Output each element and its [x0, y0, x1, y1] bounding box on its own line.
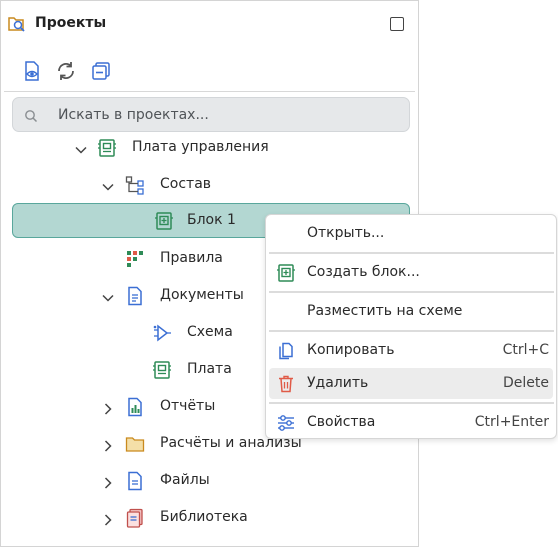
tree-item-label: Библиотека: [160, 509, 248, 525]
project-search-icon: [7, 14, 27, 34]
tree-item-label: Документы: [160, 287, 244, 303]
block-icon: [154, 211, 174, 231]
trash-icon: [276, 374, 296, 394]
hierarchy-icon: [125, 175, 145, 195]
menu-item-label: Удалить: [307, 375, 369, 391]
toolbar-divider: [4, 91, 415, 92]
chevron-down-icon[interactable]: [75, 141, 87, 154]
menu-separator: [269, 402, 554, 404]
tree-item-label: Схема: [187, 324, 233, 340]
tree-item-label: Плата управления: [132, 139, 269, 155]
menu-separator: [269, 291, 554, 293]
file-icon: [125, 471, 145, 491]
pcb-board-icon: [152, 360, 172, 380]
menu-item-shortcut: Ctrl+C: [502, 342, 549, 358]
menu-item-create-block[interactable]: Создать блок...: [269, 257, 553, 288]
tree-item-label: Плата: [187, 361, 232, 377]
library-icon: [125, 508, 145, 528]
refresh-icon[interactable]: [54, 59, 78, 83]
chevron-down-icon[interactable]: [102, 178, 114, 191]
maximize-icon[interactable]: [390, 17, 404, 31]
menu-separator: [269, 330, 554, 332]
pcb-board-icon: [97, 138, 117, 158]
menu-item-place-on-schematic[interactable]: Разместить на схеме: [269, 296, 553, 327]
context-menu: Открыть... Создать блок... Разместить на…: [265, 214, 557, 439]
menu-item-open[interactable]: Открыть...: [269, 218, 553, 249]
tree-item-library[interactable]: Библиотека: [1, 500, 419, 534]
menu-item-label: Разместить на схеме: [307, 303, 463, 319]
menu-item-label: Открыть...: [307, 225, 385, 241]
report-icon: [125, 397, 145, 417]
document-icon: [125, 286, 145, 306]
toolbar: [1, 56, 418, 86]
create-block-icon: [276, 263, 296, 283]
tree-item-pcb-control[interactable]: Плата управления: [1, 130, 419, 164]
menu-item-shortcut: Ctrl+Enter: [474, 414, 549, 430]
document-view-icon[interactable]: [20, 59, 44, 83]
chevron-right-icon[interactable]: [102, 474, 114, 489]
search-placeholder: Искать в проектах...: [58, 107, 209, 123]
search-icon: [24, 108, 38, 127]
menu-item-copy[interactable]: Копировать Ctrl+C: [269, 335, 553, 366]
chevron-right-icon[interactable]: [102, 437, 114, 452]
folder-icon: [125, 434, 145, 454]
search-field[interactable]: Искать в проектах...: [12, 97, 410, 132]
panel-header: Проекты: [1, 1, 418, 47]
rules-grid-icon: [125, 249, 145, 269]
panel-title: Проекты: [35, 15, 107, 31]
tree-item-label: Состав: [160, 176, 212, 192]
tree-item-label: Правила: [160, 250, 223, 266]
menu-item-properties[interactable]: Свойства Ctrl+Enter: [269, 407, 553, 438]
tree-item-label: Отчёты: [160, 398, 216, 414]
copy-icon: [276, 341, 296, 361]
menu-item-delete[interactable]: Удалить Delete: [269, 368, 553, 399]
chevron-right-icon[interactable]: [102, 511, 114, 526]
collapse-all-icon[interactable]: [89, 59, 113, 83]
tree-item-label: Блок 1: [187, 212, 236, 228]
chevron-down-icon[interactable]: [102, 289, 114, 302]
menu-item-label: Создать блок...: [307, 264, 420, 280]
menu-item-label: Копировать: [307, 342, 395, 358]
tree-item-composition[interactable]: Состав: [1, 167, 419, 201]
menu-item-label: Свойства: [307, 414, 376, 430]
properties-sliders-icon: [276, 413, 296, 433]
tree-item-label: Файлы: [160, 472, 210, 488]
chevron-right-icon[interactable]: [102, 400, 114, 415]
tree-item-files[interactable]: Файлы: [1, 463, 419, 497]
menu-separator: [269, 252, 554, 254]
schematic-icon: [152, 323, 172, 343]
menu-item-shortcut: Delete: [503, 375, 549, 391]
